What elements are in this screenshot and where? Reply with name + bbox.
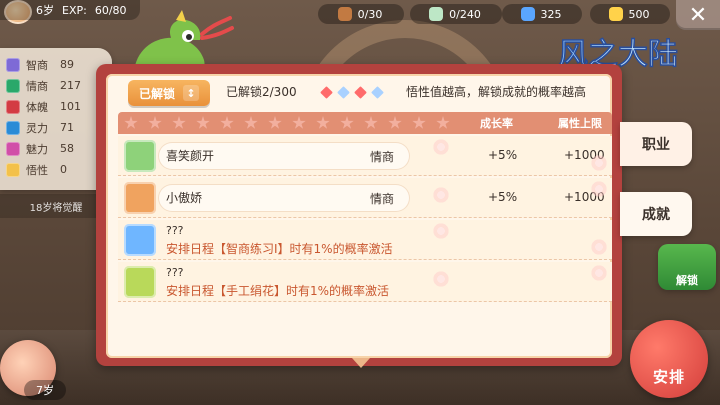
flower-decoration <box>590 238 608 256</box>
schedule-button-label: 安排 <box>652 368 685 386</box>
stat-icon <box>6 99 20 114</box>
achievement-row-locked[interactable]: ??? 安排日程【智商练习Ⅰ】时有1%的概率激活 <box>118 220 612 260</box>
cloth-icon <box>429 7 444 21</box>
achievement-row[interactable]: 喜笑颜开 情商 +5% +1000 <box>118 136 612 176</box>
flower-box-icon <box>124 266 156 298</box>
resource-wood: 0/30 <box>318 4 404 24</box>
unlock-side-button-label: 解锁 <box>676 274 698 287</box>
header-growth-rate: 成长率 <box>480 117 513 130</box>
achievement-attribute: 情商 <box>370 192 395 206</box>
diamond-icon <box>371 85 384 99</box>
sort-icon: ↕ <box>183 85 199 101</box>
cat-face-icon <box>124 140 156 172</box>
star-icon <box>364 116 378 129</box>
star-icon <box>196 116 210 129</box>
resource-cloth-value: 0/240 <box>449 7 481 21</box>
achievement-locked-desc: 安排日程【智商练习Ⅰ】时有1%的概率激活 <box>166 242 393 256</box>
stat-value: 0 <box>60 163 67 176</box>
stat-value: 217 <box>60 79 81 92</box>
star-icon <box>388 116 402 129</box>
stat-value: 71 <box>60 121 74 134</box>
stat-value: 89 <box>60 58 74 71</box>
bottom-age-badge: 7岁 <box>24 380 66 400</box>
achievement-locked-title: ??? <box>166 266 184 279</box>
diamond-icon <box>320 85 333 99</box>
stat-icon <box>6 78 20 93</box>
stat-label: 悟性 <box>26 163 48 177</box>
unlocked-filter-button[interactable]: 已解锁 ↕ <box>128 80 210 106</box>
player-age: 6岁 <box>36 4 54 17</box>
diamond-icon <box>337 85 350 99</box>
unlocked-filter-label: 已解锁 <box>138 86 175 101</box>
header-stars <box>120 114 474 132</box>
resource-happiness-value: 500 <box>628 7 650 21</box>
flower-decoration <box>432 222 450 240</box>
stat-label: 灵力 <box>26 121 48 135</box>
lightning-icon <box>520 7 535 21</box>
tab-achievement-label: 成就 <box>642 207 670 223</box>
flower-decoration <box>590 154 608 172</box>
achievement-attribute: 情商 <box>370 150 395 164</box>
diamond-icon <box>354 85 367 99</box>
star-icon <box>124 116 138 129</box>
stat-value: 101 <box>60 100 81 113</box>
resource-energy-value: 325 <box>540 7 562 21</box>
achievement-locked-title: ??? <box>166 224 184 237</box>
panel-hint: 悟性值越高，解锁成就的概率越高 <box>406 85 587 99</box>
star-icon <box>268 116 282 129</box>
star-icon <box>412 116 426 129</box>
achievement-row[interactable]: 小傲娇 情商 +5% +1000 <box>118 178 612 218</box>
exp-label: EXP: <box>62 3 87 17</box>
flower-decoration <box>432 186 450 204</box>
stat-label: 情商 <box>26 79 48 93</box>
achievement-name: 小傲娇 <box>166 191 203 205</box>
flower-decoration <box>590 264 608 282</box>
stat-label: 魅力 <box>26 142 48 156</box>
tab-achievement[interactable]: 成就 <box>620 192 692 236</box>
star-icon <box>220 116 234 129</box>
smile-icon <box>608 7 623 21</box>
achievement-row-locked[interactable]: ??? 安排日程【手工绢花】时有1%的概率激活 <box>118 262 612 302</box>
star-icon <box>292 116 306 129</box>
shy-cat-icon <box>124 182 156 214</box>
unlocked-count: 已解锁2/300 <box>226 85 297 99</box>
stat-label: 体魄 <box>26 100 48 114</box>
resource-wood-value: 0/30 <box>357 7 383 21</box>
stat-icon <box>6 120 20 135</box>
achievement-growth-rate: +5% <box>488 148 518 162</box>
star-icon <box>340 116 354 129</box>
stat-icon <box>6 141 20 156</box>
diamond-indicators <box>320 83 404 101</box>
star-icon <box>436 116 450 129</box>
header-attr-cap: 属性上限 <box>558 117 602 130</box>
achievement-locked-desc: 安排日程【手工绢花】时有1%的概率激活 <box>166 284 390 298</box>
flower-decoration <box>432 138 450 156</box>
resource-happiness: 500 <box>590 4 670 24</box>
stat-icon <box>6 57 20 72</box>
tab-career-label: 职业 <box>642 137 670 153</box>
resource-cloth: 0/240 <box>410 4 502 24</box>
star-icon <box>172 116 186 129</box>
achievement-growth-rate: +5% <box>488 190 518 204</box>
lightbulb-icon <box>124 224 156 256</box>
resource-energy: 325 <box>502 4 582 24</box>
stat-label: 智商 <box>26 58 48 72</box>
star-icon <box>244 116 258 129</box>
flower-decoration <box>590 180 608 198</box>
flower-decoration <box>432 270 450 288</box>
tab-career[interactable]: 职业 <box>620 122 692 166</box>
stat-value: 58 <box>60 142 74 155</box>
stat-icon <box>6 162 20 177</box>
star-icon <box>148 116 162 129</box>
log-icon <box>337 7 352 21</box>
star-icon <box>316 116 330 129</box>
achievement-name: 喜笑颜开 <box>166 149 215 163</box>
